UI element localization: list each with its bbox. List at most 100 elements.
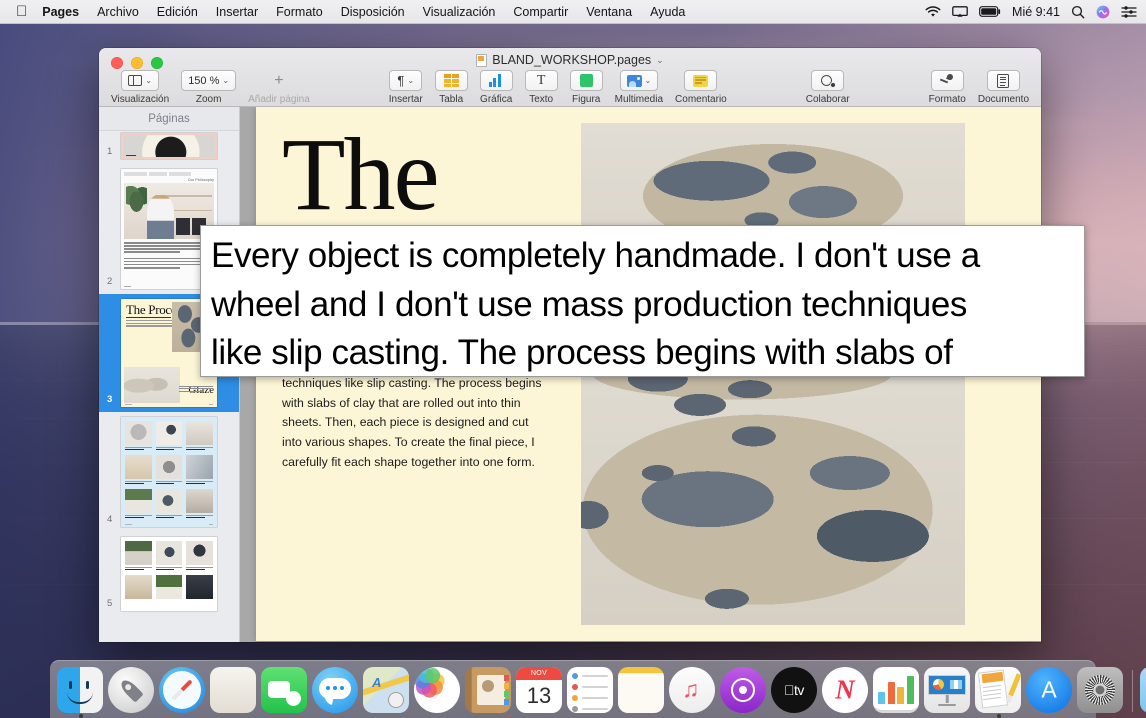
zoom-overlay-line-3: like slip casting. The process begins wi…	[211, 329, 1072, 377]
menubar-clock[interactable]: Mié 9:41	[1012, 5, 1060, 19]
menu-item-ayuda[interactable]: Ayuda	[641, 0, 694, 24]
dock-item-numbers[interactable]	[873, 667, 921, 715]
toolbar-add-page-button[interactable]: + Añadir página	[242, 70, 316, 105]
dock-item-finder[interactable]	[57, 667, 105, 715]
dock: A NOV 13	[50, 660, 1096, 718]
page-number-1: 1	[107, 146, 112, 157]
view-panel-icon	[128, 75, 142, 86]
dock-separator	[1132, 670, 1133, 712]
page-thumbnail-list[interactable]: 1 2 Our Philosophy	[99, 131, 239, 642]
toolbar-text-label: Texto	[529, 94, 553, 105]
menu-item-insertar[interactable]: Insertar	[207, 0, 267, 24]
dock-item-launchpad[interactable]	[108, 667, 156, 715]
menu-item-visualizacion[interactable]: Visualización	[414, 0, 505, 24]
menu-item-archivo[interactable]: Archivo	[88, 0, 148, 24]
toolbar-comment-button[interactable]: Comentario	[669, 70, 733, 105]
toolbar-chart-label: Gráfica	[480, 94, 512, 105]
shape-icon	[580, 74, 593, 87]
ceramic-plates-photo-bottom[interactable]	[581, 363, 965, 625]
toolbar-media-label: Multimedia	[615, 94, 663, 105]
page-number-4: 4	[107, 514, 112, 525]
paragraph-icon: ¶	[397, 74, 404, 87]
dock-item-maps[interactable]: A	[363, 667, 411, 715]
dock-item-photos[interactable]	[414, 667, 462, 715]
airplay-icon[interactable]	[952, 6, 968, 18]
dock-item-calendar[interactable]: NOV 13	[516, 667, 564, 715]
toolbar-zoom-label: Zoom	[196, 94, 222, 105]
apple-menu-icon[interactable]: 	[0, 4, 40, 19]
toolbar-table-button[interactable]: Tabla	[429, 70, 474, 105]
dock-item-downloads[interactable]: ↓	[1140, 667, 1146, 715]
appstore-letter: A	[1041, 679, 1056, 702]
comment-icon	[693, 75, 708, 87]
zoom-level-value: 150 %	[188, 75, 219, 87]
battery-icon[interactable]	[979, 6, 1001, 17]
dock-item-mail[interactable]	[210, 667, 258, 715]
document-title-bar[interactable]: BLAND_WORKSHOP.pages ⌄	[99, 53, 1041, 67]
dock-item-pages[interactable]	[975, 667, 1023, 715]
page-number-3: 3	[107, 394, 112, 405]
control-center-icon[interactable]	[1121, 6, 1137, 18]
toolbar-collaborate-button[interactable]: Colaborar	[800, 70, 856, 105]
siri-icon[interactable]	[1096, 5, 1110, 19]
chevron-down-icon: ⌄	[645, 76, 652, 85]
toolbar-view-label: Visualización	[111, 94, 169, 105]
dock-item-appstore[interactable]: A	[1026, 667, 1074, 715]
dock-item-music[interactable]: ♫	[669, 667, 717, 715]
calendar-day: 13	[516, 680, 562, 711]
dock-item-safari[interactable]	[159, 667, 207, 715]
dock-item-contacts[interactable]	[465, 667, 513, 715]
pages-file-icon	[476, 54, 487, 67]
wifi-icon[interactable]	[925, 6, 941, 18]
menu-bar:  Pages Archivo Edición Insertar Formato…	[0, 0, 1146, 24]
dock-item-reminders[interactable]	[567, 667, 615, 715]
text-box-icon: T	[537, 74, 546, 88]
toolbar-insert-button[interactable]: ¶⌄ Insertar	[383, 70, 429, 105]
toolbar-shape-label: Figura	[572, 94, 600, 105]
toolbar-insert-label: Insertar	[389, 94, 423, 105]
menu-item-compartir[interactable]: Compartir	[504, 0, 577, 24]
dock-item-podcasts[interactable]	[720, 667, 768, 715]
appletv-text: tv	[794, 682, 804, 698]
toolbar-format-button[interactable]: Formato	[923, 70, 972, 105]
window-titlebar: BLAND_WORKSHOP.pages ⌄ ⌄ Visualización 1…	[99, 48, 1041, 107]
menu-item-formato[interactable]: Formato	[267, 0, 332, 24]
toolbar-collaborate-label: Colaborar	[806, 94, 850, 105]
page-thumbnail-1[interactable]: 1	[99, 133, 239, 164]
menu-item-ventana[interactable]: Ventana	[577, 0, 641, 24]
toolbar-chart-button[interactable]: Gráfica	[474, 70, 519, 105]
dock-item-appletv[interactable]: tv	[771, 667, 819, 715]
dock-item-systempreferences[interactable]	[1077, 667, 1125, 715]
dock-item-facetime[interactable]	[261, 667, 309, 715]
calendar-month: NOV	[516, 667, 562, 680]
page-number-5: 5	[107, 598, 112, 609]
toolbar-media-button[interactable]: ⌄ Multimedia	[609, 70, 669, 105]
paintbrush-icon	[940, 74, 955, 88]
toolbar-shape-button[interactable]: Figura	[564, 70, 609, 105]
menu-item-edicion[interactable]: Edición	[148, 0, 207, 24]
toolbar: ⌄ Visualización 150 %⌄ Zoom + Añadir pág…	[99, 70, 1041, 107]
spotlight-search-icon[interactable]	[1071, 5, 1085, 19]
sidebar-title: Páginas	[99, 107, 239, 131]
menu-item-disposicion[interactable]: Disposición	[332, 0, 414, 24]
dock-item-messages[interactable]	[312, 667, 360, 715]
menu-item-pages[interactable]: Pages	[40, 0, 88, 24]
chevron-down-icon[interactable]: ⌄	[656, 55, 664, 66]
toolbar-view-button[interactable]: ⌄ Visualización	[105, 70, 175, 105]
dock-item-keynote[interactable]	[924, 667, 972, 715]
dock-item-notes[interactable]	[618, 667, 666, 715]
document-title-text: BLAND_WORKSHOP.pages	[492, 53, 651, 67]
toolbar-text-button[interactable]: T Texto	[519, 70, 564, 105]
toolbar-document-label: Documento	[978, 94, 1029, 105]
document-icon	[997, 74, 1009, 88]
page-thumbnail-4[interactable]: 4	[99, 412, 239, 532]
page-thumbnail-5[interactable]: 5	[99, 532, 239, 616]
toolbar-table-label: Tabla	[439, 94, 463, 105]
toolbar-format-label: Formato	[929, 94, 966, 105]
toolbar-document-button[interactable]: Documento	[972, 70, 1035, 105]
toolbar-zoom-button[interactable]: 150 %⌄ Zoom	[175, 70, 242, 105]
dock-item-news[interactable]: N	[822, 667, 870, 715]
zoom-overlay-line-1: Every object is completely handmade. I d…	[211, 232, 1072, 281]
media-image-icon	[627, 75, 642, 87]
plus-icon: +	[274, 73, 283, 89]
